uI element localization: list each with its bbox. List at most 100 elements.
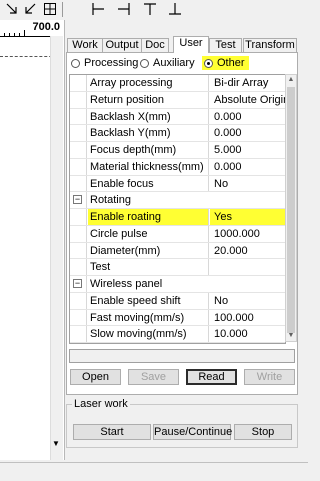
- param-value[interactable]: [210, 259, 285, 275]
- param-row[interactable]: Array processing Bi-dir Array: [70, 75, 285, 92]
- collapse-minus-icon[interactable]: −: [73, 279, 82, 288]
- param-value[interactable]: No: [210, 293, 285, 309]
- grid-scrollbar-thumb[interactable]: [287, 87, 295, 333]
- param-value[interactable]: 0.000: [210, 125, 285, 141]
- param-name: Return position: [88, 91, 209, 108]
- param-value[interactable]: Bi-dir Array: [210, 75, 285, 91]
- row-gutter: [70, 91, 87, 108]
- param-row[interactable]: Enable speed shift No: [70, 292, 285, 310]
- collapse-minus-icon[interactable]: −: [73, 195, 82, 205]
- toolbar: [0, 0, 308, 20]
- param-row[interactable]: Slow moving(mm/s) 10.000: [70, 326, 285, 343]
- row-gutter: [70, 326, 87, 342]
- scroll-up-icon[interactable]: ▲: [286, 75, 296, 85]
- row-gutter: [70, 225, 87, 242]
- param-row[interactable]: Backlash Y(mm) 0.000: [70, 125, 285, 142]
- stop-button[interactable]: Stop: [234, 424, 292, 440]
- row-gutter: [70, 125, 87, 141]
- param-value[interactable]: 100.000: [210, 310, 285, 326]
- group-label: Rotating: [90, 194, 131, 207]
- write-button[interactable]: Write: [244, 369, 295, 385]
- canvas-vertical-scrollbar[interactable]: [50, 36, 63, 460]
- tab-test[interactable]: Test: [209, 38, 242, 53]
- param-name: Circle pulse: [88, 225, 209, 242]
- row-gutter: [70, 158, 87, 175]
- radio-other[interactable]: Other: [202, 56, 249, 70]
- tab-transform[interactable]: Transform: [243, 38, 297, 53]
- row-gutter: [70, 209, 87, 225]
- tab-work[interactable]: Work: [67, 38, 103, 53]
- row-gutter: [70, 142, 87, 158]
- grid-scrollbar[interactable]: ▲ ▼: [285, 74, 297, 342]
- param-row[interactable]: Test: [70, 259, 285, 276]
- start-button[interactable]: Start: [73, 424, 151, 440]
- toolbar-separator: [62, 2, 63, 17]
- row-gutter: [70, 75, 87, 91]
- param-name: Array processing: [88, 75, 209, 91]
- align-right-icon[interactable]: [114, 0, 134, 18]
- param-name: Focus depth(mm): [88, 142, 209, 158]
- param-value[interactable]: 1000.000: [210, 226, 285, 242]
- param-row[interactable]: Focus depth(mm) 5.000: [70, 142, 285, 159]
- row-gutter: [70, 242, 87, 259]
- row-gutter: [70, 175, 87, 192]
- tab-output[interactable]: Output: [102, 38, 142, 53]
- arrow-down-left-icon[interactable]: [20, 0, 40, 18]
- radio-button-icon: [140, 58, 149, 68]
- radio-auxiliary[interactable]: Auxiliary: [140, 56, 195, 70]
- param-row[interactable]: Fast moving(mm/s) 100.000: [70, 309, 285, 327]
- align-left-icon[interactable]: [88, 0, 108, 18]
- status-bar: [0, 462, 308, 481]
- param-name: Backlash X(mm): [88, 108, 209, 125]
- param-row[interactable]: Diameter(mm) 20.000: [70, 242, 285, 260]
- param-name: Enable focus: [88, 175, 209, 192]
- row-gutter: −: [70, 192, 87, 208]
- radio-button-icon: [71, 58, 80, 68]
- param-name: Backlash Y(mm): [88, 125, 209, 141]
- param-row[interactable]: Circle pulse 1000.000: [70, 225, 285, 243]
- param-name: Enable speed shift: [88, 292, 209, 309]
- align-top-icon[interactable]: [140, 0, 160, 18]
- param-value[interactable]: 0.000: [210, 159, 285, 175]
- param-row[interactable]: Material thickness(mm) 0.000: [70, 158, 285, 176]
- row-gutter: [70, 292, 87, 309]
- read-button[interactable]: Read: [186, 369, 237, 385]
- param-value[interactable]: 0.000: [210, 109, 285, 125]
- param-value[interactable]: 10.000: [210, 326, 285, 342]
- category-radio-group: Processing Auxiliary Other: [71, 56, 297, 70]
- row-gutter: [70, 259, 87, 275]
- tab-user[interactable]: User: [173, 36, 209, 53]
- param-value[interactable]: Absolute Origin: [210, 92, 285, 108]
- scroll-down-icon[interactable]: ▼: [50, 438, 62, 450]
- parameter-grid: Array processing Bi-dir Array Return posit…: [69, 74, 286, 344]
- open-button[interactable]: Open: [70, 369, 121, 385]
- radio-processing[interactable]: Processing: [71, 56, 138, 70]
- param-value[interactable]: 5.000: [210, 142, 285, 158]
- radio-other-label: Other: [217, 57, 245, 69]
- param-name: Diameter(mm): [88, 242, 209, 259]
- group-label: Wireless panel: [90, 278, 163, 290]
- param-row[interactable]: Enable focus No: [70, 175, 285, 193]
- group-row[interactable]: − Rotating: [70, 192, 285, 209]
- row-gutter: [70, 309, 87, 326]
- param-row[interactable]: Return position Absolute Origin: [70, 91, 285, 109]
- align-bottom-icon[interactable]: [165, 0, 185, 18]
- arrow-down-right-icon[interactable]: [2, 0, 22, 18]
- param-value[interactable]: Yes: [210, 209, 285, 225]
- param-value[interactable]: No: [210, 176, 285, 192]
- pause-continue-button[interactable]: Pause/Continue: [153, 424, 232, 440]
- row-gutter: −: [70, 276, 87, 292]
- param-name: Fast moving(mm/s): [88, 309, 209, 326]
- param-row[interactable]: Enable roating Yes: [70, 209, 285, 226]
- group-row[interactable]: − Wireless panel: [70, 276, 285, 293]
- param-row[interactable]: Backlash X(mm) 0.000: [70, 108, 285, 126]
- param-name: Enable roating: [88, 209, 209, 225]
- canvas-area[interactable]: 700.0 ▼: [0, 20, 65, 460]
- save-button[interactable]: Save: [128, 369, 179, 385]
- param-value[interactable]: 20.000: [210, 243, 285, 259]
- scroll-down-icon[interactable]: ▼: [286, 331, 296, 341]
- radio-processing-label: Processing: [84, 57, 139, 69]
- grid-icon[interactable]: [40, 0, 60, 18]
- radio-selected-icon: [204, 58, 213, 68]
- tab-doc[interactable]: Doc: [141, 38, 169, 53]
